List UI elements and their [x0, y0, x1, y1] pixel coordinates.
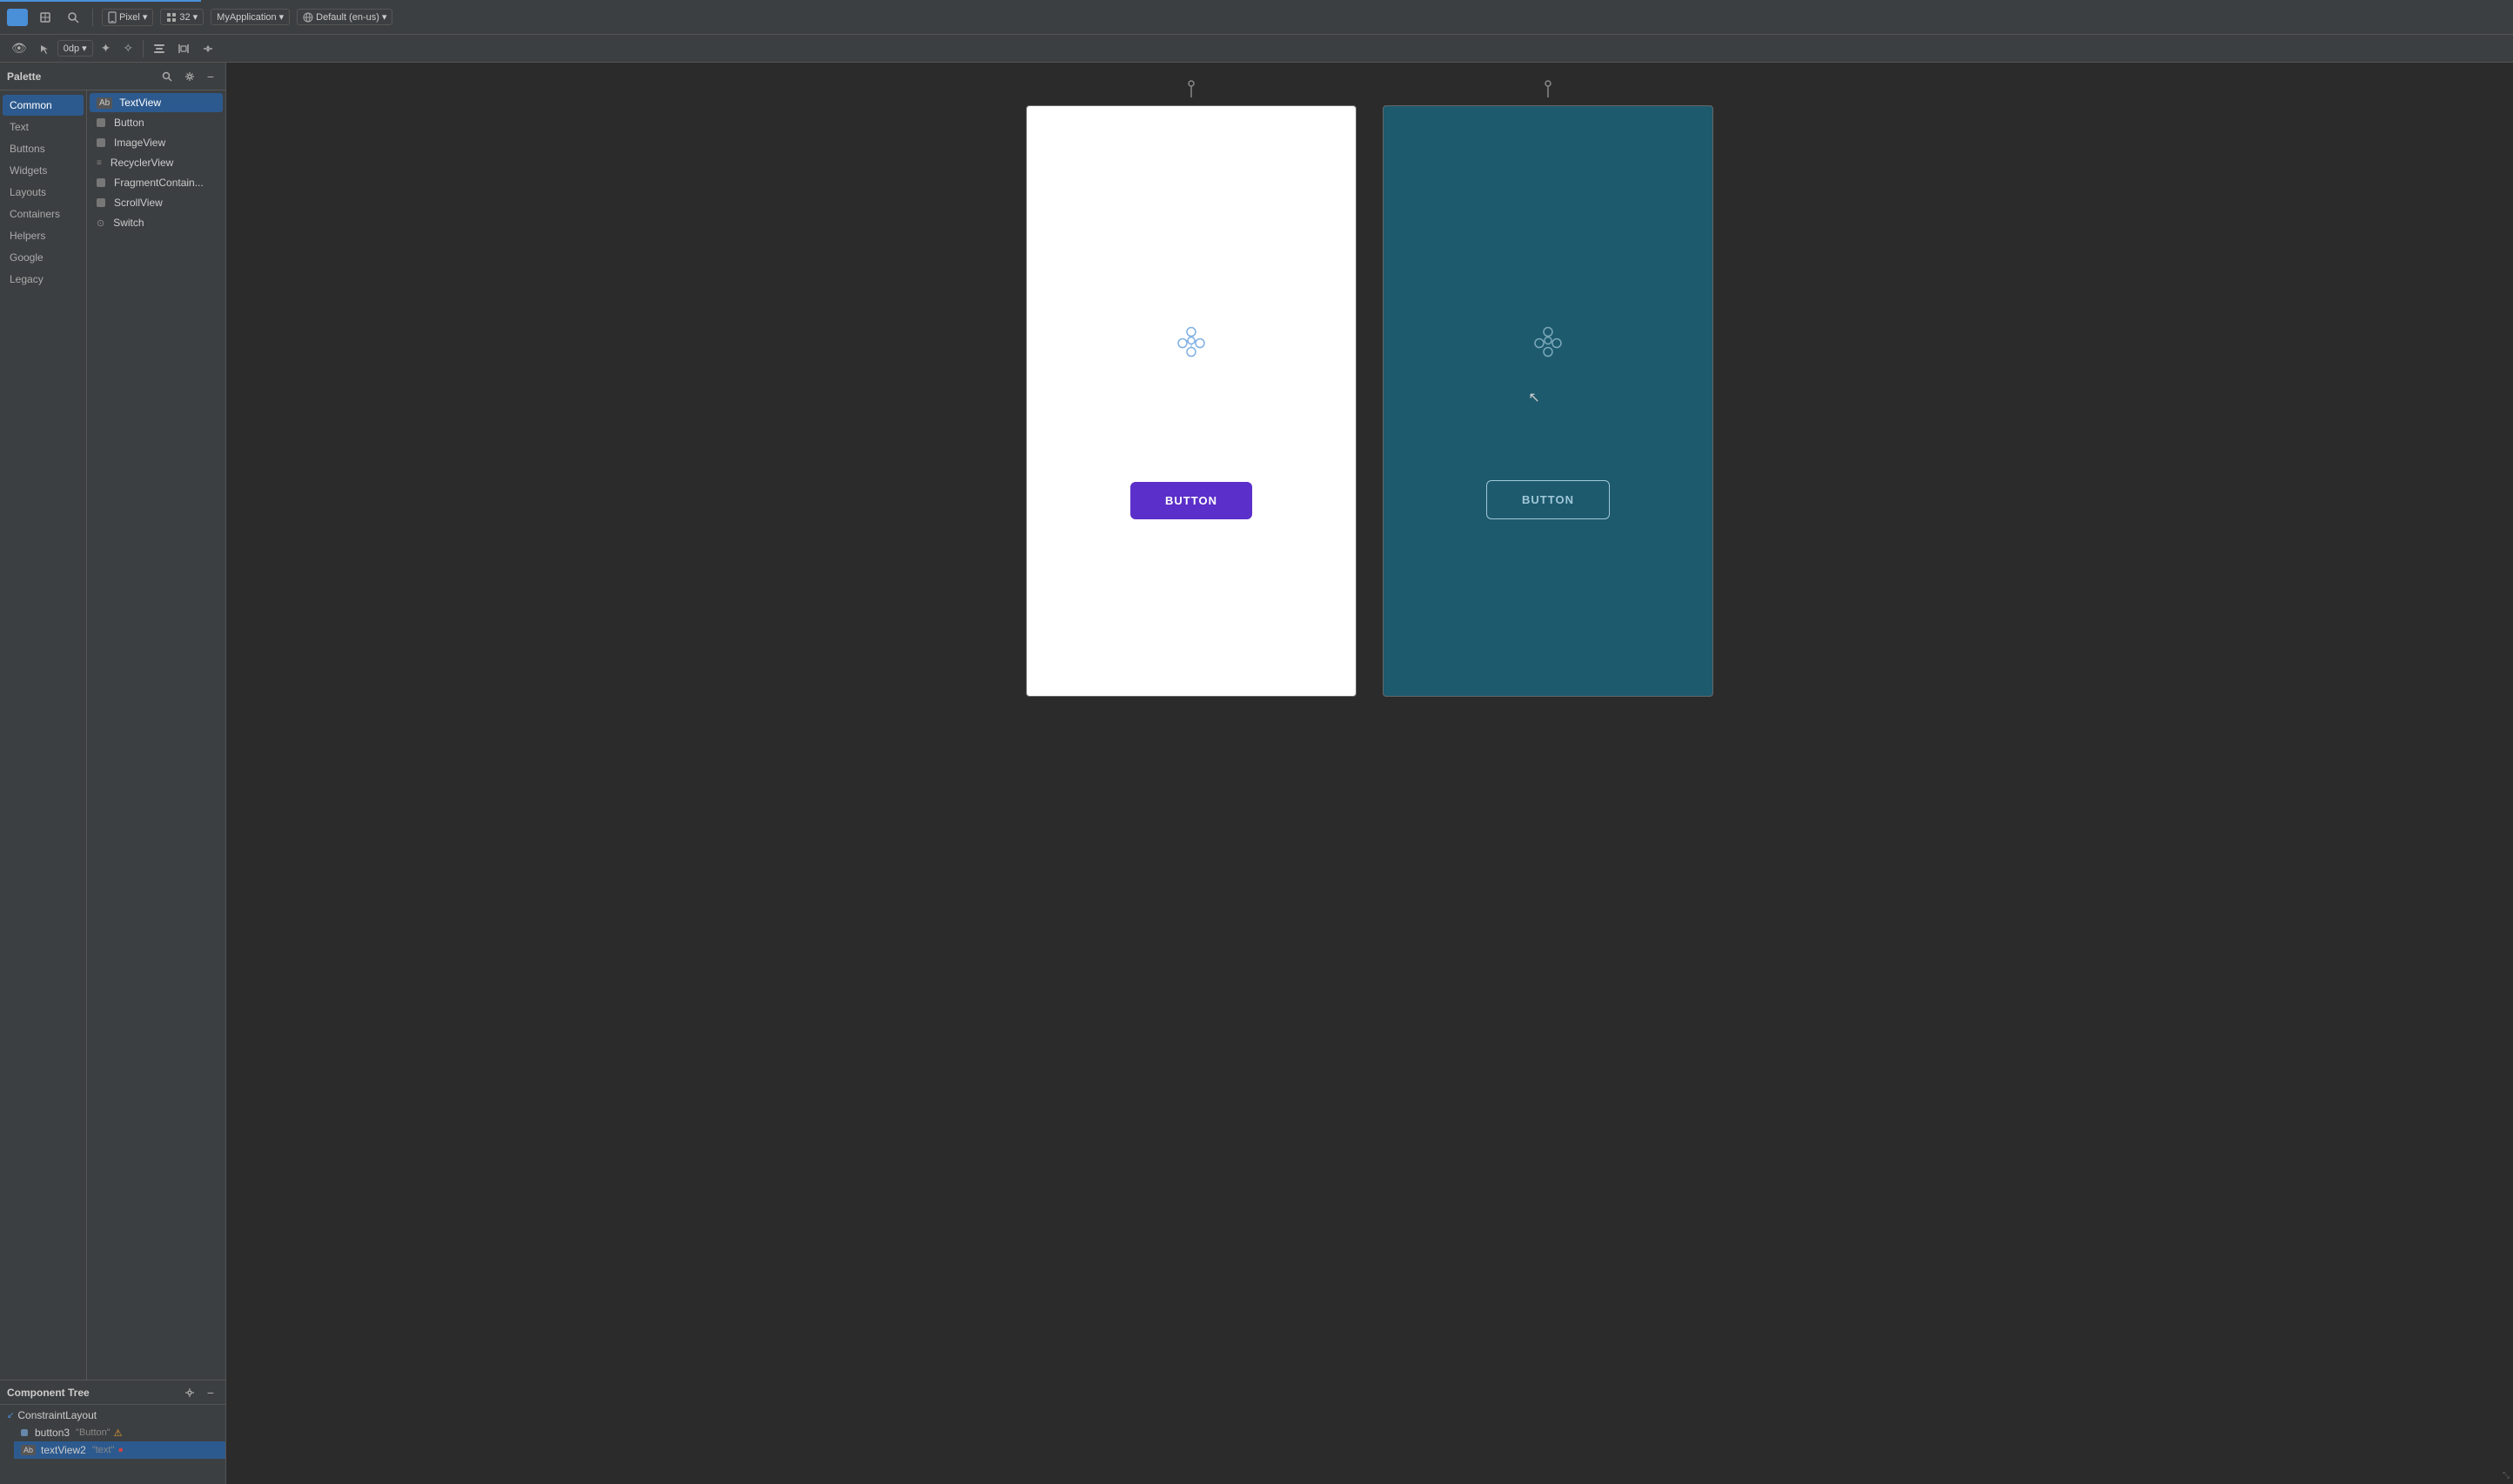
- category-common[interactable]: Common: [3, 95, 84, 116]
- category-layouts[interactable]: Layouts: [3, 182, 84, 203]
- top-toolbar: Pixel ▾ 32 ▾ MyApplication ▾ Default (en…: [0, 0, 2513, 35]
- textview-icon: Ab: [97, 97, 112, 109]
- warning-icon: ⚠: [114, 1427, 123, 1439]
- tree-item-textview2[interactable]: Ab textView2 "text" ●: [14, 1441, 225, 1459]
- distribute-btn[interactable]: [173, 40, 194, 57]
- category-helpers[interactable]: Helpers: [3, 225, 84, 246]
- dark-phone-wrapper: ↖ BUTTON: [1383, 80, 1713, 697]
- baseline-btn[interactable]: [198, 40, 218, 57]
- zoom-dropdown[interactable]: 32 ▾: [160, 9, 204, 25]
- cursor-indicator: ↖: [1528, 389, 1539, 406]
- textview2-icon: Ab: [21, 1445, 36, 1455]
- tree-item-constraintlayout[interactable]: ↙ ConstraintLayout: [0, 1407, 225, 1424]
- tree-label: textView2: [41, 1444, 86, 1456]
- button3-value: "Button": [76, 1427, 111, 1438]
- second-toolbar: 👁 0dp ▾ ✦ ✧: [0, 35, 2513, 63]
- select-btn[interactable]: [35, 41, 54, 57]
- dark-phone-frame: ↖ BUTTON: [1383, 105, 1713, 697]
- palette-minimize-btn[interactable]: −: [203, 67, 218, 86]
- palette-header: Palette −: [0, 63, 225, 90]
- tree-label: ConstraintLayout: [17, 1409, 97, 1421]
- dark-phone-pin: [1543, 80, 1553, 102]
- app-button-light[interactable]: BUTTON: [1130, 482, 1252, 519]
- app-dropdown[interactable]: MyApplication ▾: [211, 9, 290, 25]
- palette-item-button[interactable]: Button: [90, 113, 223, 132]
- textview2-value: "text": [92, 1445, 115, 1455]
- tree-label: button3: [35, 1427, 70, 1439]
- design-mode-btn[interactable]: [7, 9, 28, 26]
- cluster-icon-light: [1169, 319, 1213, 365]
- scrollview-icon: [97, 198, 105, 207]
- separator-1: [92, 9, 93, 26]
- tree-settings-btn[interactable]: [180, 1383, 199, 1402]
- light-phone-frame: BUTTON: [1026, 105, 1357, 697]
- palette-item-recyclerview[interactable]: ≡ RecyclerView: [90, 153, 223, 172]
- category-legacy[interactable]: Legacy: [3, 269, 84, 290]
- palette-item-scrollview[interactable]: ScrollView: [90, 193, 223, 212]
- palette-header-icons: −: [157, 67, 218, 86]
- category-google[interactable]: Google: [3, 247, 84, 268]
- star-btn[interactable]: ✧: [118, 38, 137, 58]
- palette-search-btn[interactable]: [157, 67, 177, 86]
- fragment-icon: [97, 178, 105, 187]
- constraintlayout-icon: ↙: [7, 1411, 14, 1420]
- category-buttons[interactable]: Buttons: [3, 138, 84, 159]
- category-containers[interactable]: Containers: [3, 204, 84, 224]
- palette-item-switch[interactable]: ⊙ Switch: [90, 213, 223, 232]
- eye-btn[interactable]: 👁: [7, 38, 31, 58]
- canvas-area[interactable]: BUTTON ↖: [226, 63, 2513, 1484]
- cluster-icon-dark: [1526, 319, 1570, 365]
- category-widgets[interactable]: Widgets: [3, 160, 84, 181]
- tree-item-button3[interactable]: button3 "Button" ⚠: [14, 1424, 225, 1441]
- tree-header-icons: −: [180, 1383, 218, 1402]
- resize-handle[interactable]: ⤡: [2503, 1471, 2510, 1481]
- palette-item-imageview[interactable]: ImageView: [90, 133, 223, 152]
- main-layout: Palette − Common Text Buttons Widgets La…: [0, 63, 2513, 1484]
- imageview-icon: [97, 138, 105, 147]
- palette-settings-btn[interactable]: [180, 67, 199, 86]
- app-button-dark[interactable]: BUTTON: [1486, 480, 1610, 519]
- locale-dropdown[interactable]: Default (en-us) ▾: [297, 9, 392, 25]
- zoom-btn[interactable]: [63, 9, 84, 26]
- button-icon: [97, 118, 105, 127]
- error-icon: ●: [117, 1445, 124, 1455]
- align-btn[interactable]: [149, 40, 170, 57]
- separator-2: [143, 40, 144, 57]
- switch-icon: ⊙: [97, 217, 104, 229]
- palette-title: Palette: [7, 70, 41, 83]
- device-dropdown[interactable]: Pixel ▾: [102, 9, 153, 26]
- left-panel: Palette − Common Text Buttons Widgets La…: [0, 63, 226, 1484]
- component-tree-header: Component Tree −: [0, 1380, 225, 1405]
- component-tree-title: Component Tree: [7, 1387, 90, 1399]
- button3-icon: [21, 1429, 28, 1436]
- palette-item-fragmentcontain[interactable]: FragmentContain...: [90, 173, 223, 192]
- recyclerview-icon: ≡: [97, 158, 102, 168]
- light-phone-pin: [1186, 80, 1196, 102]
- magic-btn[interactable]: ✦: [97, 38, 116, 58]
- blueprint-btn[interactable]: [35, 9, 56, 26]
- category-text[interactable]: Text: [3, 117, 84, 137]
- palette-items: Ab TextView Button ImageView ≡ RecyclerV…: [87, 90, 225, 1380]
- palette-item-textview[interactable]: Ab TextView: [90, 93, 223, 112]
- padding-dropdown[interactable]: 0dp ▾: [57, 40, 93, 57]
- component-tree-content: ↙ ConstraintLayout button3 "Button" ⚠ Ab…: [0, 1405, 225, 1484]
- light-phone-wrapper: BUTTON: [1026, 80, 1357, 697]
- palette-categories: Common Text Buttons Widgets Layouts Cont…: [0, 90, 87, 1380]
- tree-minimize-btn[interactable]: −: [203, 1383, 218, 1402]
- palette-content: Common Text Buttons Widgets Layouts Cont…: [0, 90, 225, 1380]
- component-tree: Component Tree − ↙ ConstraintLayout butt…: [0, 1380, 225, 1484]
